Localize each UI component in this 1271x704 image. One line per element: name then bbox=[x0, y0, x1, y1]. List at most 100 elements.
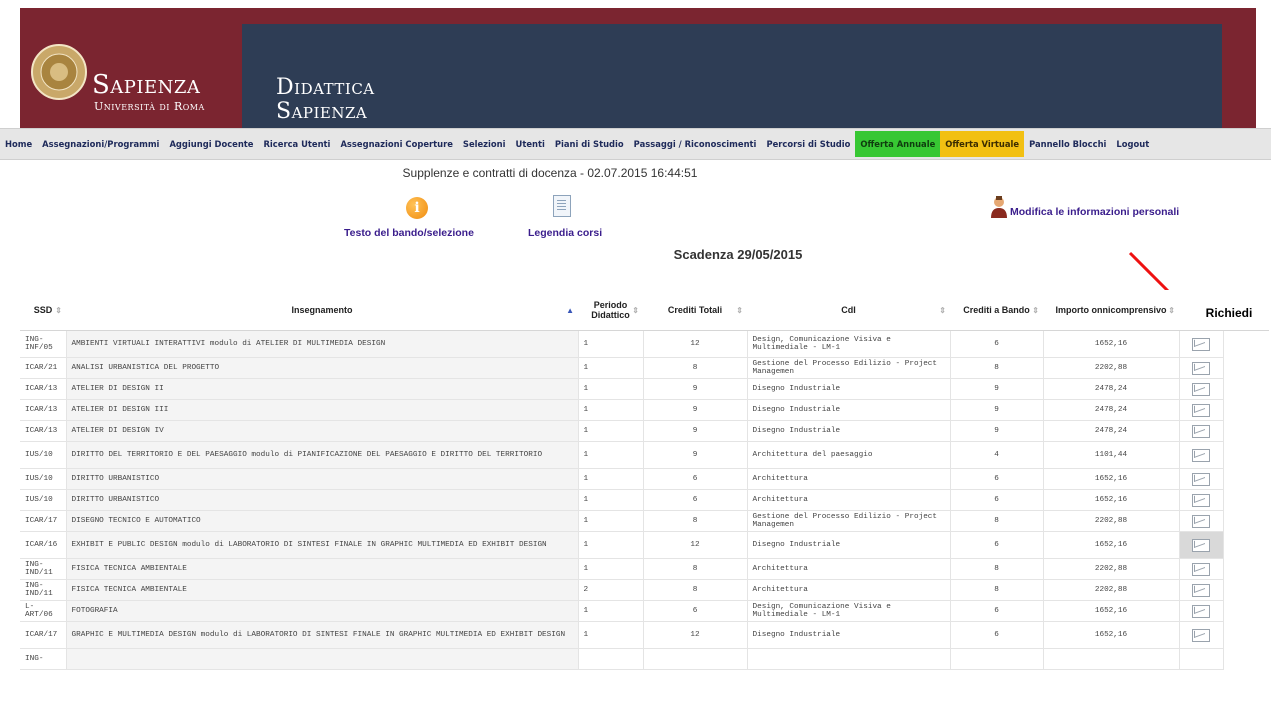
legenda-link[interactable]: Legendia corsi bbox=[528, 227, 602, 239]
bando-link[interactable]: Testo del bando/selezione bbox=[344, 227, 474, 239]
nav-home[interactable]: Home bbox=[0, 131, 37, 157]
cell-crediti-totali: 9 bbox=[642, 441, 748, 469]
profile-link[interactable]: Modifica le informazioni personali bbox=[1010, 206, 1179, 218]
request-button-cell[interactable] bbox=[1178, 489, 1224, 511]
row-spacer bbox=[1223, 421, 1269, 442]
cell-crediti-bando: 8 bbox=[949, 579, 1044, 601]
table-row: ICAR/16 EXHIBIT E PUBLIC DESIGN modulo di… bbox=[20, 531, 1269, 559]
cell-ssd: L-ART/06 bbox=[20, 600, 67, 622]
request-button-cell[interactable] bbox=[1178, 378, 1224, 400]
request-button-cell[interactable] bbox=[1178, 579, 1224, 601]
courses-table: SSD ⇕ Insegnamento ▲ Periodo Didattico ⇕ Cr… bbox=[20, 290, 1269, 670]
col-periodo[interactable]: Periodo Didattico ⇕ bbox=[578, 290, 643, 331]
sapienza-seal-logo bbox=[31, 44, 87, 100]
nav-piani-di-studio[interactable]: Piani di Studio bbox=[550, 131, 629, 157]
col-cdl[interactable]: CdI ⇕ bbox=[747, 290, 950, 331]
cell-importo: 2202,88 bbox=[1042, 579, 1180, 601]
request-envelope-icon[interactable] bbox=[1192, 472, 1210, 486]
cell-insegnamento bbox=[65, 648, 579, 670]
request-button-cell[interactable] bbox=[1178, 648, 1224, 670]
nav-pannello-blocchi[interactable]: Pannello Blocchi bbox=[1024, 131, 1111, 157]
col-ssd[interactable]: SSD ⇕ bbox=[20, 290, 66, 331]
request-envelope-icon[interactable] bbox=[1192, 628, 1210, 642]
request-envelope-icon[interactable] bbox=[1192, 538, 1210, 552]
cell-cdl bbox=[746, 648, 951, 670]
col-importo[interactable]: Importo onnicomprensivo ⇕ bbox=[1043, 290, 1179, 331]
request-button-cell[interactable] bbox=[1178, 621, 1224, 649]
col-crediti-totali[interactable]: Crediti Totali ⇕ bbox=[643, 290, 747, 331]
section-title-line1: Didattica bbox=[276, 75, 375, 100]
row-spacer bbox=[1223, 331, 1269, 358]
row-spacer bbox=[1223, 469, 1269, 490]
brand-subtitle: Università di Roma bbox=[94, 100, 205, 113]
row-spacer bbox=[1223, 511, 1269, 532]
cell-crediti-totali: 9 bbox=[642, 399, 748, 421]
nav-aggiungi-docente[interactable]: Aggiungi Docente bbox=[164, 131, 258, 157]
request-envelope-icon[interactable] bbox=[1192, 448, 1210, 462]
request-envelope-icon[interactable] bbox=[1192, 514, 1210, 528]
row-spacer bbox=[1223, 649, 1269, 670]
request-button-cell[interactable] bbox=[1178, 420, 1224, 442]
request-button-cell[interactable] bbox=[1178, 600, 1224, 622]
request-button-cell[interactable] bbox=[1178, 468, 1224, 490]
cell-insegnamento: FISICA TECNICA AMBIENTALE bbox=[65, 558, 579, 580]
cell-cdl: Architettura bbox=[746, 579, 951, 601]
cell-periodo: 1 bbox=[577, 510, 644, 532]
nav-utenti[interactable]: Utenti bbox=[511, 131, 550, 157]
table-row: IUS/10 DIRITTO URBANISTICO 1 6 Architettura 6… bbox=[20, 468, 1269, 490]
request-button-cell[interactable] bbox=[1178, 441, 1224, 469]
cell-importo: 1652,16 bbox=[1042, 621, 1180, 649]
legenda-icon[interactable] bbox=[553, 195, 571, 217]
cell-cdl: Disegno Industriale bbox=[746, 621, 951, 649]
cell-crediti-bando: 6 bbox=[949, 468, 1044, 490]
request-envelope-icon[interactable] bbox=[1192, 337, 1210, 351]
main-nav: Home Assegnazioni/Programmi Aggiungi Doc… bbox=[0, 128, 1271, 160]
request-envelope-icon[interactable] bbox=[1192, 424, 1210, 438]
brand-name: Sapienza bbox=[92, 70, 201, 100]
table-row: ICAR/21 ANALISI URBANISTICA DEL PROGETTO 1… bbox=[20, 357, 1269, 379]
row-spacer bbox=[1223, 400, 1269, 421]
cell-importo: 1652,16 bbox=[1042, 600, 1180, 622]
cell-crediti-bando: 6 bbox=[949, 489, 1044, 511]
request-button-cell[interactable] bbox=[1178, 357, 1224, 379]
request-button-cell[interactable] bbox=[1178, 399, 1224, 421]
nav-offerta-virtuale[interactable]: Offerta Virtuale bbox=[940, 131, 1025, 157]
cell-importo: 2478,24 bbox=[1042, 399, 1180, 421]
col-crediti-bando[interactable]: Crediti a Bando ⇕ bbox=[950, 290, 1043, 331]
cell-cdl: Architettura bbox=[746, 489, 951, 511]
request-envelope-icon[interactable] bbox=[1192, 604, 1210, 618]
cell-insegnamento: ANALISI URBANISTICA DEL PROGETTO bbox=[65, 357, 579, 379]
request-envelope-icon[interactable] bbox=[1192, 361, 1210, 375]
cell-ssd: ING-IND/11 bbox=[20, 558, 67, 580]
row-spacer bbox=[1223, 532, 1269, 559]
nav-selezioni[interactable]: Selezioni bbox=[458, 131, 511, 157]
cell-crediti-bando: 6 bbox=[949, 600, 1044, 622]
request-envelope-icon[interactable] bbox=[1192, 562, 1210, 576]
row-spacer bbox=[1223, 442, 1269, 469]
nav-passaggi-riconoscimenti[interactable]: Passaggi / Riconoscimenti bbox=[629, 131, 762, 157]
info-icon[interactable]: i bbox=[406, 197, 428, 219]
nav-assegnazioni-programmi[interactable]: Assegnazioni/Programmi bbox=[37, 131, 164, 157]
table-row: ICAR/17 GRAPHIC E MULTIMEDIA DESIGN modul… bbox=[20, 621, 1269, 649]
nav-ricerca-utenti[interactable]: Ricerca Utenti bbox=[258, 131, 335, 157]
col-insegnamento[interactable]: Insegnamento ▲ bbox=[66, 290, 578, 331]
request-button-cell[interactable] bbox=[1178, 531, 1224, 559]
request-envelope-icon[interactable] bbox=[1192, 382, 1210, 396]
nav-offerta-annuale[interactable]: Offerta Annuale bbox=[855, 131, 941, 157]
request-envelope-icon[interactable] bbox=[1192, 403, 1210, 417]
request-button-cell[interactable] bbox=[1178, 330, 1224, 358]
cell-ssd: IUS/10 bbox=[20, 441, 67, 469]
cell-crediti-totali: 6 bbox=[642, 468, 748, 490]
cell-ssd: ICAR/17 bbox=[20, 621, 67, 649]
row-spacer bbox=[1223, 580, 1269, 601]
cell-ssd: ICAR/16 bbox=[20, 531, 67, 559]
nav-percorsi-di-studio[interactable]: Percorsi di Studio bbox=[761, 131, 855, 157]
cell-cdl: Design, Comunicazione Visiva e Multimedi… bbox=[746, 600, 951, 622]
cell-crediti-bando: 8 bbox=[949, 510, 1044, 532]
request-button-cell[interactable] bbox=[1178, 558, 1224, 580]
request-envelope-icon[interactable] bbox=[1192, 493, 1210, 507]
nav-logout[interactable]: Logout bbox=[1111, 131, 1154, 157]
request-envelope-icon[interactable] bbox=[1192, 583, 1210, 597]
nav-assegnazioni-coperture[interactable]: Assegnazioni Coperture bbox=[335, 131, 457, 157]
request-button-cell[interactable] bbox=[1178, 510, 1224, 532]
